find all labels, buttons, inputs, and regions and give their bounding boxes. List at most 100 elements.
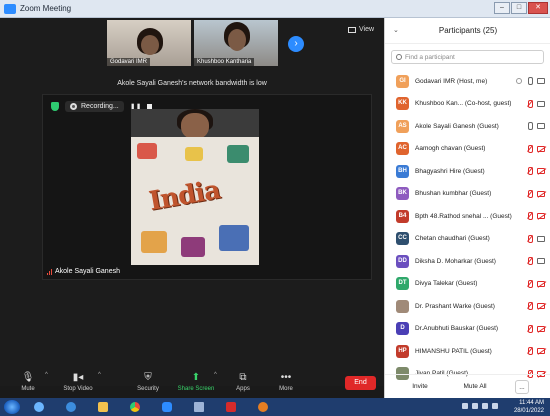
video-off-icon[interactable] <box>537 190 545 197</box>
view-label: View <box>359 26 375 33</box>
participant-row[interactable]: DT Divya Talekar (Guest) <box>385 273 550 296</box>
participant-row[interactable]: AS Akole Sayali Ganesh (Guest) <box>385 115 550 138</box>
participant-avatar: DT <box>396 277 409 291</box>
video-off-icon[interactable] <box>537 280 545 287</box>
meeting-area: Godavari IMR Khushboo Kantharia › View A… <box>0 18 384 416</box>
share-screen-button[interactable]: ⬆ Share Screen <box>172 372 220 392</box>
thumbnail-video[interactable]: Godavari IMR <box>107 20 191 66</box>
more-options-button[interactable]: ... <box>515 380 529 394</box>
video-off-icon[interactable] <box>537 145 545 152</box>
explorer-taskbar-icon[interactable] <box>26 399 52 415</box>
clock[interactable]: 11:44 AM 28/01/2022 <box>514 399 544 415</box>
participant-row[interactable]: AC Aamogh chavan (Guest) <box>385 138 550 161</box>
thumbnail-video[interactable]: Khushboo Kantharia <box>194 20 278 66</box>
participant-status-icons <box>527 212 545 220</box>
invite-button[interactable]: Invite <box>405 380 435 394</box>
mic-muted-icon[interactable] <box>527 144 533 153</box>
recording-box: Recording... <box>65 101 124 112</box>
video-off-icon[interactable] <box>537 325 545 332</box>
active-speaker-video[interactable]: Recording... ❚❚ India Akole Sayali Ganes… <box>42 94 372 280</box>
video-off-icon[interactable] <box>537 213 545 219</box>
window-controls: – □ ✕ <box>494 2 548 14</box>
mute-all-button[interactable]: Mute All <box>457 380 493 394</box>
maximize-button[interactable]: □ <box>511 2 527 14</box>
stop-video-button[interactable]: ▮◂ Stop Video <box>54 372 102 392</box>
participant-row[interactable]: DD Diksha D. Moharkar (Guest) <box>385 250 550 273</box>
participant-name: Khushboo Kan... (Co-host, guest) <box>415 100 512 108</box>
ie-taskbar-icon[interactable] <box>58 399 84 415</box>
participant-status-icons <box>527 279 545 288</box>
mic-muted-icon[interactable] <box>527 302 533 310</box>
thumbnail-strip: Godavari IMR Khushboo Kantharia <box>107 20 278 66</box>
participant-name: Divya Talekar (Guest) <box>415 280 478 288</box>
share-options-caret-icon[interactable]: ^ <box>214 372 217 378</box>
audio-options-caret-icon[interactable]: ^ <box>45 372 48 378</box>
mic-muted-icon[interactable] <box>527 99 533 108</box>
participant-row[interactable]: Dr. Prashant Warke (Guest) <box>385 295 550 318</box>
search-input[interactable] <box>404 53 543 61</box>
participant-row[interactable]: KK Khushboo Kan... (Co-host, guest) <box>385 93 550 116</box>
mic-muted-icon[interactable] <box>527 167 533 175</box>
zoom-app-icon <box>4 3 16 14</box>
video-off-icon[interactable] <box>537 168 545 174</box>
video-participant-name: Akole Sayali Ganesh <box>55 268 120 275</box>
participant-row[interactable]: HP HIMANSHU PATIL (Guest) <box>385 340 550 363</box>
participant-row[interactable]: BH Bhagyashri Hire (Guest) <box>385 160 550 183</box>
zoom-taskbar-icon[interactable] <box>154 399 180 415</box>
start-button-icon[interactable] <box>4 400 20 414</box>
participant-name: Diksha D. Moharkar (Guest) <box>415 257 496 265</box>
participant-row[interactable]: D Dr.Anubhuti Bauskar (Guest) <box>385 318 550 341</box>
participant-status-icons <box>527 189 545 198</box>
mic-muted-icon[interactable] <box>527 189 533 198</box>
system-tray-icons[interactable] <box>462 403 498 409</box>
participant-row[interactable]: BK Bhushan kumbhar (Guest) <box>385 183 550 206</box>
video-icon[interactable] <box>537 78 545 84</box>
record-icon <box>70 103 77 110</box>
minimize-button[interactable]: – <box>494 2 510 14</box>
video-off-icon[interactable] <box>537 303 545 309</box>
media-taskbar-icon[interactable] <box>250 399 276 415</box>
video-camera-icon: ▮◂ <box>72 372 84 383</box>
host-icon <box>516 78 522 84</box>
view-button[interactable]: View <box>348 26 374 33</box>
apps-icon: ⧉ <box>239 372 247 383</box>
participant-name: Godavari IMR (Host, me) <box>415 77 488 85</box>
participant-name: Bhushan kumbhar (Guest) <box>415 190 492 198</box>
next-page-arrow-icon[interactable]: › <box>288 36 304 52</box>
mic-muted-icon[interactable] <box>527 279 533 288</box>
participant-avatar: HP <box>396 344 409 358</box>
participant-row[interactable]: B4 Bpth 48.Rathod snehal ... (Guest) <box>385 205 550 228</box>
weak-signal-icon <box>47 268 52 275</box>
clock-time: 11:44 AM <box>519 400 544 406</box>
mic-icon[interactable] <box>527 122 533 130</box>
video-icon[interactable] <box>537 123 545 129</box>
participant-row[interactable]: GI Godavari IMR (Host, me) <box>385 70 550 93</box>
video-icon[interactable] <box>537 100 545 107</box>
close-button[interactable]: ✕ <box>528 2 548 14</box>
mic-muted-icon[interactable] <box>527 257 533 265</box>
chrome-taskbar-icon[interactable] <box>122 399 148 415</box>
mic-muted-icon[interactable] <box>527 212 533 220</box>
video-icon[interactable] <box>537 235 545 242</box>
participant-row[interactable]: CC Chetan chaudhari (Guest) <box>385 228 550 251</box>
security-button[interactable]: ⛨ Security <box>124 372 172 392</box>
folder-taskbar-icon[interactable] <box>90 399 116 415</box>
participant-search[interactable] <box>391 50 544 64</box>
notepad-taskbar-icon[interactable] <box>186 399 212 415</box>
mic-muted-icon[interactable] <box>527 234 533 243</box>
video-off-icon[interactable] <box>537 348 545 354</box>
acrobat-taskbar-icon[interactable] <box>218 399 244 415</box>
mic-muted-icon[interactable] <box>527 347 533 355</box>
end-meeting-button[interactable]: End <box>345 376 376 390</box>
video-options-caret-icon[interactable]: ^ <box>98 372 101 378</box>
mic-muted-icon[interactable] <box>527 324 533 333</box>
participant-avatar: GI <box>396 74 409 88</box>
mic-icon[interactable] <box>527 77 533 85</box>
participant-avatar: AC <box>396 142 409 156</box>
drawing-text: India <box>146 175 223 217</box>
more-button[interactable]: ••• More <box>262 372 310 392</box>
video-icon[interactable] <box>537 258 545 264</box>
participant-name: Akole Sayali Ganesh (Guest) <box>415 122 499 130</box>
apps-button[interactable]: ⧉ Apps <box>219 372 267 392</box>
participant-avatar: KK <box>396 97 409 111</box>
